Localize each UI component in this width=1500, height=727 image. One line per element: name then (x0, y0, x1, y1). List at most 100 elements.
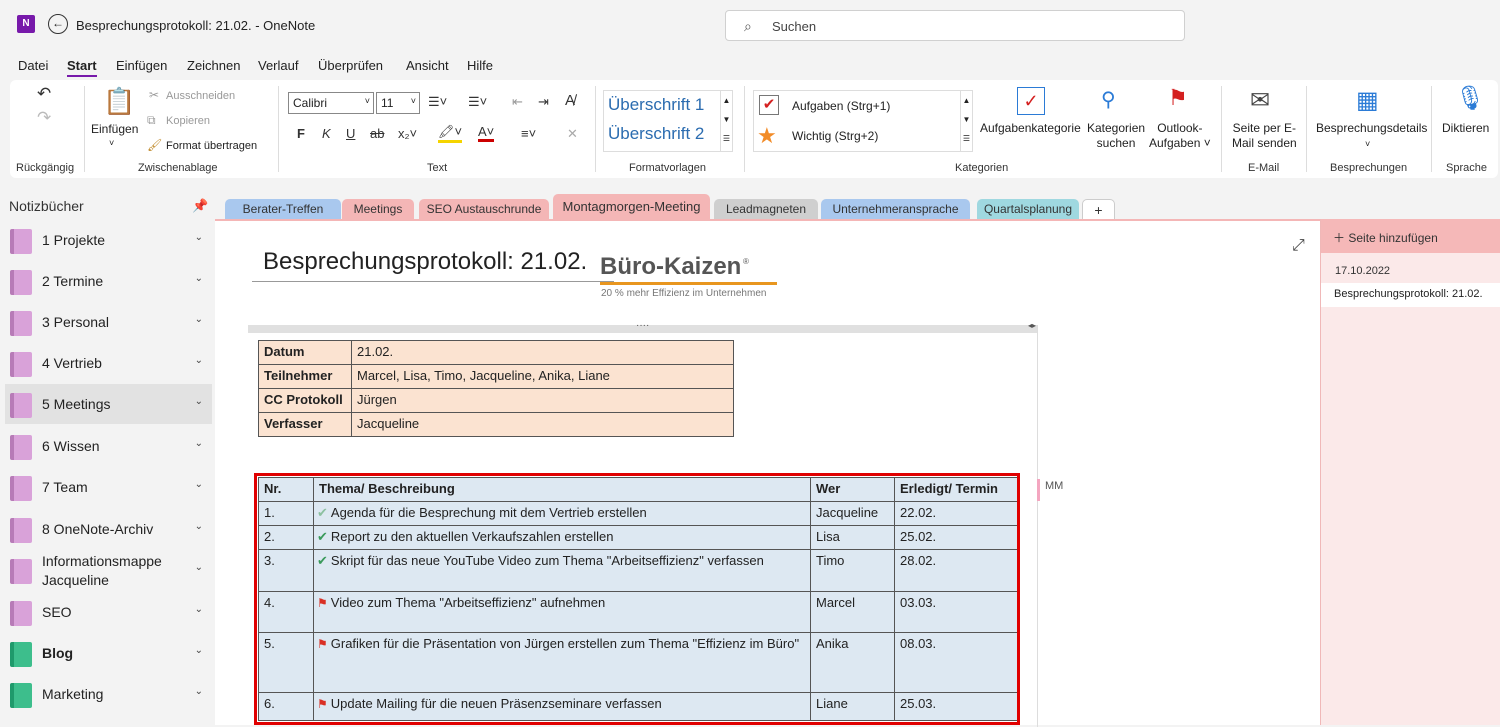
page-canvas[interactable]: Besprechungsprotokoll: 21.02. Büro-Kaize… (215, 219, 1320, 727)
chevron-down-icon[interactable]: ⌄ (195, 355, 203, 366)
format-painter-button[interactable]: Format übertragen (166, 139, 257, 154)
info-value[interactable]: Marcel, Lisa, Timo, Jacqueline, Anika, L… (351, 364, 734, 389)
menu-einfuegen[interactable]: Einfügen (116, 58, 167, 73)
info-key[interactable]: Datum (258, 340, 352, 365)
section-tab[interactable]: Unternehmeransprache (821, 199, 970, 220)
notebook-item[interactable]: 1 Projekte ⌄ (5, 220, 212, 260)
menu-verlauf[interactable]: Verlauf (258, 58, 298, 73)
notebook-item[interactable]: 8 OneNote-Archiv ⌄ (5, 509, 212, 549)
font-size-combo[interactable]: 11 ˅ (376, 92, 420, 114)
notebook-item[interactable]: Informationsmappe Jacqueline ⌄ (5, 550, 212, 590)
notebook-item[interactable]: 5 Meetings ⌄ (5, 384, 212, 424)
style-heading1[interactable]: Überschrift 1 (608, 95, 704, 115)
info-value[interactable]: Jacqueline (351, 412, 734, 437)
section-tab[interactable]: Montagmorgen-Meeting (553, 194, 710, 220)
tag-important[interactable]: Wichtig (Strg+2) (792, 129, 878, 143)
styles-scroll[interactable]: ▲ ▼ ☰ (720, 91, 732, 151)
delete-icon[interactable]: ✕ (567, 126, 578, 142)
chevron-down-icon[interactable]: ⌄ (195, 604, 203, 615)
find-categories-button[interactable]: Kategorien suchen (1087, 121, 1145, 151)
info-key[interactable]: CC Protokoll (258, 388, 352, 413)
notebook-item[interactable]: 2 Termine ⌄ (5, 261, 212, 301)
align-icon[interactable]: ≡˅ (521, 126, 536, 141)
style-heading2[interactable]: Überschrift 2 (608, 124, 704, 144)
chevron-down-icon[interactable]: ⌄ (195, 479, 203, 490)
chevron-down-icon[interactable]: ⌄ (195, 232, 203, 243)
menu-hilfe[interactable]: Hilfe (467, 58, 493, 73)
notebook-item[interactable]: SEO ⌄ (5, 592, 212, 632)
email-page-button[interactable]: Seite per E- Mail senden (1232, 121, 1297, 151)
chevron-down-icon[interactable]: ⌄ (195, 396, 203, 407)
paste-dropdown-icon[interactable]: ˅ (109, 136, 114, 151)
info-value[interactable]: Jürgen (351, 388, 734, 413)
tags-gallery[interactable]: ✔ Aufgaben (Strg+1) ★ Wichtig (Strg+2) ▲… (753, 90, 973, 152)
notebook-item[interactable]: 6 Wissen ⌄ (5, 426, 212, 466)
underline-icon[interactable]: U (346, 126, 355, 141)
section-tab[interactable]: Berater-Treffen (225, 199, 341, 220)
task-category-button[interactable]: Aufgabenkategorie (980, 121, 1081, 136)
menu-zeichnen[interactable]: Zeichnen (187, 58, 240, 73)
menu-ueberpruefen[interactable]: Überprüfen (318, 58, 383, 73)
clear-format-icon[interactable]: A̸ (565, 92, 575, 109)
subscript-icon[interactable]: x₂˅ (398, 126, 417, 141)
styles-gallery[interactable]: Überschrift 1 Überschrift 2 ▲ ▼ ☰ (603, 90, 733, 152)
chevron-down-icon[interactable]: ⌄ (195, 438, 203, 449)
meeting-details-button[interactable]: Besprechungsdetails (1316, 121, 1427, 136)
notebook-item[interactable]: 4 Vertrieb ⌄ (5, 343, 212, 383)
paste-icon[interactable]: 📋 (103, 86, 135, 117)
italic-icon[interactable]: K (322, 126, 331, 141)
strikethrough-icon[interactable]: ab (370, 126, 384, 141)
redo-icon[interactable]: ↷ (37, 108, 51, 128)
note-container-handle[interactable]: ···· ◂▸ (248, 320, 1038, 333)
numbering-icon[interactable]: ☰˅ (468, 94, 487, 110)
font-combo[interactable]: Calibri ˅ (288, 92, 374, 114)
bold-icon[interactable]: F (297, 126, 305, 141)
chevron-down-icon[interactable]: ⌄ (195, 686, 203, 697)
paste-button[interactable]: Einfügen (91, 122, 138, 137)
pin-icon[interactable]: 📌 (192, 198, 208, 214)
menu-datei[interactable]: Datei (18, 58, 48, 73)
chevron-down-icon[interactable]: ˅ (1365, 137, 1370, 152)
dictate-button[interactable]: Diktieren (1442, 121, 1489, 136)
menu-ansicht[interactable]: Ansicht (406, 58, 449, 73)
container-grip[interactable]: ···· (636, 320, 649, 331)
search-placeholder[interactable]: Suchen (772, 19, 816, 34)
menu-start[interactable]: Start (67, 58, 97, 77)
tags-scroll[interactable]: ▲ ▼ ☰ (960, 91, 972, 151)
info-value[interactable]: 21.02. (351, 340, 734, 365)
bullets-icon[interactable]: ☰˅ (428, 94, 447, 110)
chevron-down-icon[interactable]: ⌄ (195, 645, 203, 656)
outlook-tasks-line2: Aufgaben ˅ (1149, 136, 1211, 150)
notebook-item[interactable]: 3 Personal ⌄ (5, 302, 212, 342)
search-box[interactable]: ⌕ Suchen (725, 10, 1185, 41)
indent-icon[interactable]: ⇥ (538, 94, 549, 110)
section-tab[interactable]: Quartalsplanung (977, 199, 1079, 220)
tag-tasks[interactable]: Aufgaben (Strg+1) (792, 99, 890, 113)
expand-icon[interactable]: ⤢ (1292, 237, 1305, 255)
outdent-icon[interactable]: ⇤ (512, 94, 523, 110)
font-color-icon[interactable]: A˅ (478, 124, 495, 142)
notebook-item[interactable]: 7 Team ⌄ (5, 467, 212, 507)
cut-button[interactable]: Ausschneiden (166, 89, 235, 104)
page-title[interactable]: Besprechungsprotokoll: 21.02. (263, 248, 587, 276)
undo-icon[interactable]: ↶ (37, 84, 51, 104)
resize-icon[interactable]: ◂▸ (1028, 321, 1036, 330)
chevron-down-icon[interactable]: ⌄ (195, 273, 203, 284)
back-icon[interactable]: ← (48, 14, 68, 34)
section-tab[interactable]: Leadmagneten (714, 199, 818, 220)
section-tab[interactable]: Meetings (342, 199, 414, 220)
copy-button[interactable]: Kopieren (166, 114, 210, 129)
notebook-item[interactable]: Blog ⌄ (5, 633, 212, 673)
highlight-icon[interactable]: 🖍˅ (438, 124, 463, 143)
page-list-item[interactable]: Besprechungsprotokoll: 21.02. (1321, 283, 1500, 307)
add-section-button[interactable]: + (1082, 199, 1115, 220)
info-key[interactable]: Teilnehmer (258, 364, 352, 389)
chevron-down-icon[interactable]: ⌄ (195, 562, 203, 573)
outlook-tasks-button[interactable]: Outlook- Aufgaben ˅ (1149, 121, 1211, 151)
info-key[interactable]: Verfasser (258, 412, 352, 437)
section-tab[interactable]: SEO Austauschrunde (419, 199, 549, 220)
add-page-button[interactable]: ＋ Seite hinzufügen (1321, 219, 1500, 253)
chevron-down-icon[interactable]: ⌄ (195, 521, 203, 532)
notebook-item[interactable]: Marketing ⌄ (5, 674, 212, 714)
chevron-down-icon[interactable]: ⌄ (195, 314, 203, 325)
